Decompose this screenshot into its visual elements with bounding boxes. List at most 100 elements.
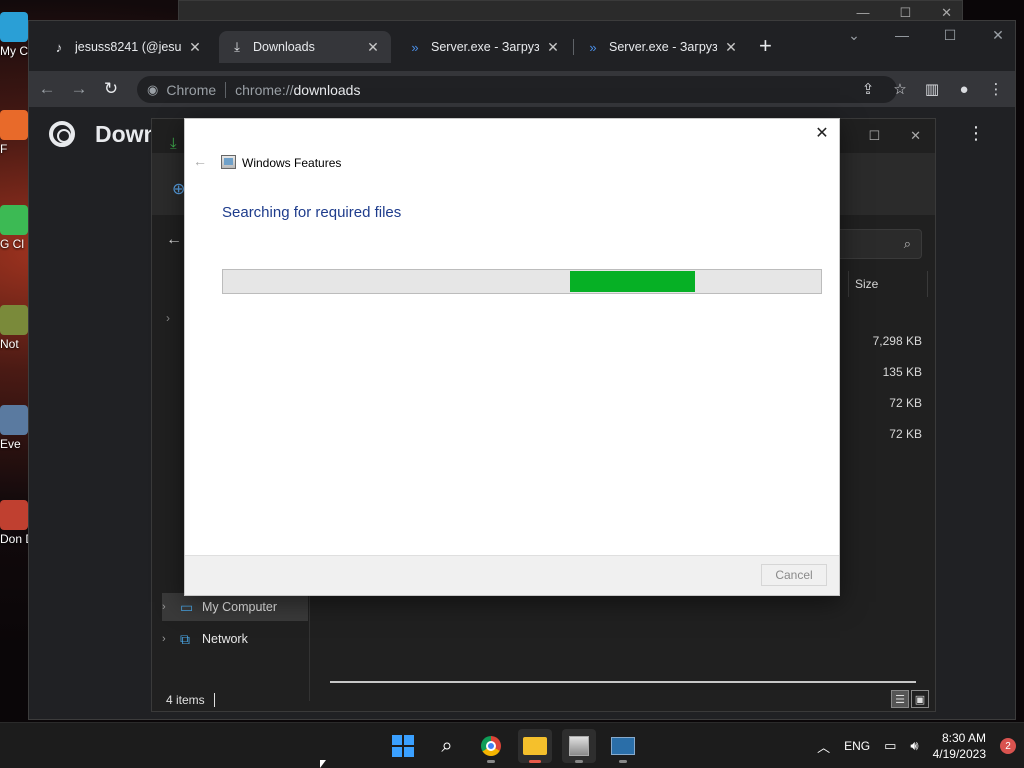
close-icon[interactable]: ✕ — [910, 128, 921, 144]
arrow-left-icon[interactable]: ← — [166, 231, 182, 249]
new-tab-button[interactable]: + — [759, 35, 772, 57]
site-chip: Chrome — [166, 81, 217, 98]
reload-button[interactable]: ↻ — [97, 75, 125, 103]
maximize-icon[interactable]: ☐ — [941, 27, 959, 44]
close-icon[interactable]: ✕ — [941, 5, 952, 21]
desktop-shortcut[interactable]: G Cl — [0, 205, 30, 251]
shortcut-label: Eve — [0, 437, 21, 451]
url-path: downloads — [293, 81, 361, 98]
large-icons-view-icon[interactable]: ▣ — [911, 690, 929, 708]
kebab-menu-icon[interactable]: ⋮ — [987, 76, 1005, 102]
taskbar-file-explorer[interactable] — [518, 729, 552, 763]
tab-label: jesuss8241 (@jesuss8 — [75, 40, 181, 54]
horizontal-scrollbar[interactable] — [330, 681, 916, 683]
tab-downloads[interactable]: ⤓ Downloads ✕ — [219, 31, 391, 63]
back-arrow-icon: ← — [193, 153, 207, 169]
desktop-shortcut[interactable]: Not — [0, 305, 30, 351]
reload-icon: ↻ — [103, 79, 119, 98]
desktop-shortcut[interactable]: My C — [0, 12, 30, 58]
tab-search-icon[interactable]: ⌄ — [845, 27, 863, 44]
close-icon[interactable]: ✕ — [811, 123, 833, 145]
profile-icon[interactable]: ● — [955, 76, 973, 102]
address-bar[interactable]: ◉ Chrome chrome://downloads — [137, 76, 897, 103]
close-icon[interactable]: ✕ — [989, 27, 1007, 44]
bookmark-star-icon[interactable]: ☆ — [891, 76, 909, 102]
shortcut-label: My C — [0, 44, 28, 58]
search-icon: ⌕ — [903, 236, 911, 251]
tab-close-icon[interactable]: ✕ — [723, 39, 739, 56]
progress-bar-fill — [569, 271, 696, 292]
tree-item-label: Network — [202, 632, 248, 646]
shortcut-icon — [0, 12, 28, 42]
maximize-icon[interactable]: ☐ — [868, 128, 880, 144]
tab-label: Server.exe - Загрузит — [609, 40, 717, 54]
desktop-shortcut[interactable]: F — [0, 110, 30, 156]
column-header-size[interactable]: Size — [848, 271, 928, 297]
taskbar-task-manager[interactable] — [606, 729, 640, 763]
network-icon[interactable]: ▭ — [884, 738, 896, 754]
chevron-right-icon[interactable]: › — [162, 601, 176, 613]
shortcut-label: G Cl — [0, 237, 24, 251]
windows-features-icon — [221, 155, 236, 169]
computer-icon: ▭ — [180, 598, 194, 615]
tree-item-label: My Computer — [202, 600, 278, 614]
side-panel-icon[interactable]: ▥ — [923, 76, 941, 102]
volume-icon[interactable]: 🔊︎ — [910, 738, 918, 754]
status-divider — [214, 693, 215, 707]
running-indicator — [529, 760, 541, 763]
share-icon[interactable]: ⇪ — [859, 76, 877, 102]
cancel-button[interactable]: Cancel — [761, 564, 827, 586]
tab-tiktok[interactable]: ♪ jesuss8241 (@jesuss8 ✕ — [41, 31, 213, 63]
search-button[interactable]: ⌕ — [430, 729, 464, 763]
forward-button[interactable]: → — [65, 75, 93, 103]
taskbar-windows-features[interactable] — [562, 729, 596, 763]
details-view-icon[interactable]: ☰ — [891, 690, 909, 708]
desktop-shortcut[interactable]: Don D — [0, 500, 30, 546]
tiktok-icon: ♪ — [55, 39, 63, 55]
status-heading: Searching for required files — [222, 204, 402, 221]
shortcut-icon — [0, 305, 28, 335]
more-options-icon[interactable]: ⋮ — [967, 123, 985, 144]
status-bar: 4 items ☰ ▣ — [152, 689, 935, 711]
mouse-cursor — [320, 760, 326, 768]
clock[interactable]: 8:30 AM 4/19/2023 — [933, 730, 986, 762]
desktop-shortcut[interactable]: Eve — [0, 405, 30, 451]
network-icon: ⧉ — [180, 630, 190, 647]
tab-label: Downloads — [253, 40, 315, 54]
shortcut-label: Don D — [0, 532, 30, 546]
browser-toolbar: ← → ↻ ◉ Chrome chrome://downloads ⇪ ☆ ▥ … — [29, 71, 1015, 107]
tree-item-network[interactable]: › ⧉ Network — [162, 625, 308, 653]
omnibox-divider — [225, 81, 227, 98]
start-button[interactable] — [386, 729, 420, 763]
arrow-right-icon: → — [70, 79, 88, 98]
minimize-icon[interactable]: — — [893, 27, 911, 44]
url-scheme: chrome:// — [235, 81, 294, 98]
tab-close-icon[interactable]: ✕ — [187, 39, 203, 56]
maximize-icon[interactable]: ☐ — [899, 5, 911, 21]
progress-bar — [222, 269, 822, 294]
chrome-logo-icon — [49, 121, 75, 147]
tab-strip: ♪ jesuss8241 (@jesuss8 ✕ ⤓ Downloads ✕ »… — [29, 21, 1015, 71]
language-indicator[interactable]: ENG — [844, 739, 870, 753]
chevron-up-icon[interactable]: ︿ — [817, 737, 830, 756]
item-count: 4 items — [166, 693, 205, 707]
tree-item-my-computer[interactable]: › ▭ My Computer — [162, 593, 308, 621]
tab-server-exe-2[interactable]: » Server.exe - Загрузит ✕ — [575, 31, 749, 63]
dialog-footer: Cancel — [185, 555, 839, 595]
tab-server-exe-1[interactable]: » Server.exe - Загрузит ✕ — [397, 31, 571, 63]
download-folder-icon: ⤓ — [170, 135, 177, 152]
windows-logo-icon — [392, 735, 414, 757]
taskbar-chrome[interactable] — [474, 729, 508, 763]
taskbar: ⌕ ︿ ENG ▭ 🔊︎ 8:30 AM 4/19/2023 2 — [0, 722, 1024, 768]
minimize-icon[interactable]: — — [856, 5, 869, 21]
chevron-right-icon[interactable]: › — [166, 311, 170, 325]
file-size: 7,298 KB — [872, 334, 922, 348]
tab-close-icon[interactable]: ✕ — [545, 39, 561, 56]
chevron-right-icon[interactable]: › — [162, 633, 176, 645]
file-size: 135 KB — [882, 365, 922, 379]
tab-close-icon[interactable]: ✕ — [365, 39, 381, 56]
notification-badge[interactable]: 2 — [1000, 738, 1016, 754]
back-button[interactable]: ← — [33, 75, 61, 103]
running-indicator — [487, 760, 495, 763]
windows-features-dialog: ✕ ← Windows Features Searching for requi… — [184, 118, 840, 596]
